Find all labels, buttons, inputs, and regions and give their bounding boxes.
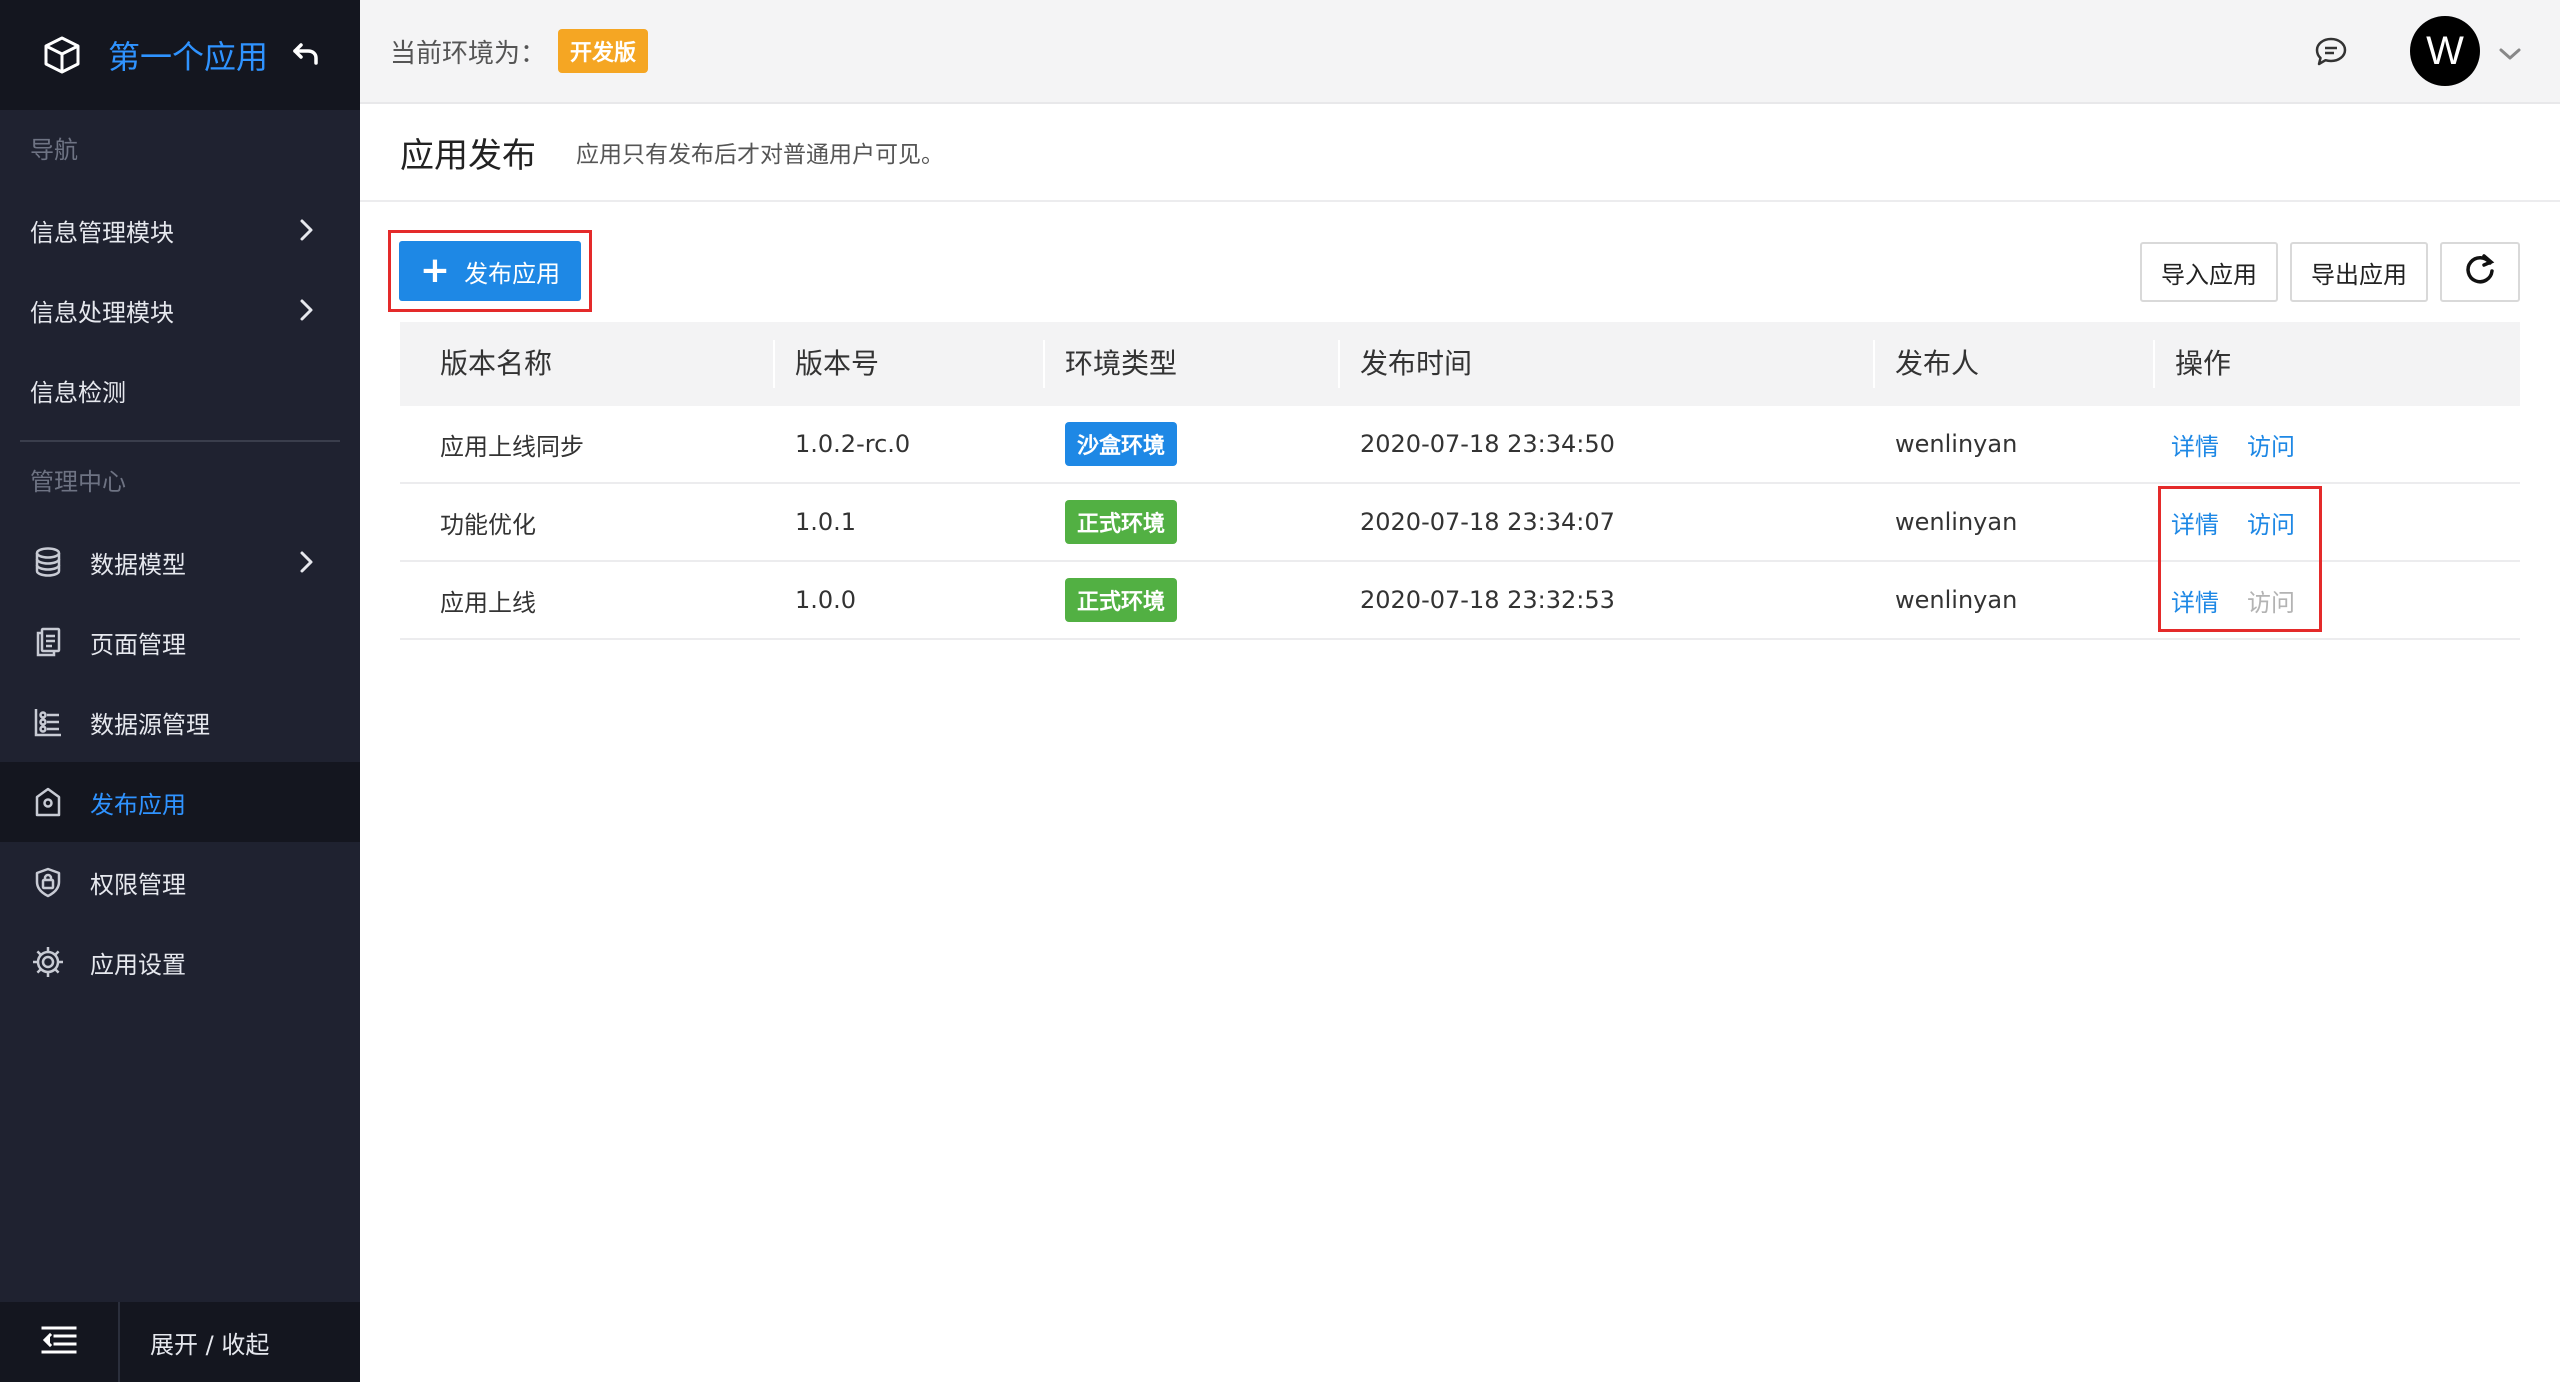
sidebar-item-info-detection[interactable]: 信息检测 — [0, 350, 360, 430]
versions-table: 版本名称 版本号 环境类型 发布时间 发布人 操作 应用上线同步 1.0.2-r… — [400, 322, 2520, 640]
pages-icon — [30, 624, 66, 660]
table-header: 版本名称 版本号 环境类型 发布时间 发布人 操作 — [400, 322, 2520, 406]
sidebar-item-label: 数据模型 — [90, 550, 186, 579]
publish-icon — [30, 784, 66, 820]
export-app-button[interactable]: 导出应用 — [2290, 242, 2428, 302]
shield-lock-icon — [30, 864, 66, 900]
sidebar-item-label: 页面管理 — [90, 630, 186, 659]
visit-link[interactable]: 访问 — [2247, 505, 2295, 540]
cell-publish-time: 2020-07-18 23:34:50 — [1360, 430, 1615, 458]
sidebar-item-label: 权限管理 — [90, 870, 186, 899]
cell-operations: 详情 访问 — [2155, 561, 2520, 639]
publish-app-label: 发布应用 — [464, 259, 561, 288]
header-version-name: 版本名称 — [400, 322, 775, 406]
cube-icon — [40, 33, 84, 77]
plus-icon: + — [419, 250, 451, 291]
cell-publisher: wenlinyan — [1895, 508, 2018, 536]
database-icon — [30, 544, 66, 580]
refresh-button[interactable] — [2440, 242, 2520, 302]
back-arrow-icon[interactable] — [288, 36, 324, 72]
publish-button-highlight: + 发布应用 — [388, 230, 592, 312]
gear-icon — [30, 944, 66, 980]
section-title-nav: 导航 — [30, 136, 78, 164]
cell-operations: 详情 访问 — [2155, 405, 2520, 483]
publish-app-button[interactable]: + 发布应用 — [399, 241, 581, 301]
cell-version-name: 功能优化 — [440, 510, 536, 539]
cell-publish-time: 2020-07-18 23:32:53 — [1360, 586, 1615, 614]
header-operations: 操作 — [2175, 347, 2232, 380]
sidebar-item-label: 信息检测 — [30, 378, 126, 407]
detail-link[interactable]: 详情 — [2171, 505, 2219, 540]
sidebar-item-info-management[interactable]: 信息管理模块 — [0, 190, 360, 270]
visit-link[interactable]: 访问 — [2247, 427, 2295, 462]
cell-publish-time: 2020-07-18 23:34:07 — [1360, 508, 1615, 536]
table-row: 应用上线同步 1.0.2-rc.0 沙盒环境 2020-07-18 23:34:… — [400, 406, 2520, 484]
chevron-down-icon[interactable] — [2496, 42, 2524, 66]
collapse-label[interactable]: 展开 / 收起 — [120, 1325, 269, 1360]
refresh-icon — [2463, 252, 2497, 292]
cell-publisher: wenlinyan — [1895, 586, 2018, 614]
app-title[interactable]: 第一个应用 — [108, 32, 268, 78]
sidebar-item-label: 数据源管理 — [90, 710, 210, 739]
table-row: 功能优化 1.0.1 正式环境 2020-07-18 23:34:07 wenl… — [400, 484, 2520, 562]
sidebar-item-datasource-management[interactable]: 数据源管理 — [0, 682, 360, 762]
env-badge: 开发版 — [558, 29, 649, 73]
header-publish-time: 发布时间 — [1340, 322, 1875, 406]
cell-env-type: 沙盒环境 — [1045, 405, 1340, 483]
collapse-sidebar-button[interactable] — [0, 1302, 120, 1382]
table-row: 应用上线 1.0.0 正式环境 2020-07-18 23:32:53 wenl… — [400, 562, 2520, 640]
import-app-label: 导入应用 — [2161, 260, 2257, 289]
cell-operations: 详情 访问 — [2155, 483, 2520, 561]
page-subtitle: 应用只有发布后才对普通用户可见。 — [576, 142, 944, 168]
sidebar-item-page-management[interactable]: 页面管理 — [0, 602, 360, 682]
chevron-right-icon — [292, 296, 320, 324]
env-tag: 正式环境 — [1065, 578, 1178, 622]
avatar[interactable]: W — [2410, 16, 2480, 86]
sidebar-item-label: 发布应用 — [90, 790, 186, 819]
cell-version-name: 应用上线同步 — [440, 432, 584, 461]
sidebar-item-data-model[interactable]: 数据模型 — [0, 522, 360, 602]
chevron-right-icon — [292, 216, 320, 244]
app-root: 第一个应用 导航 信息管理模块 信息处理模块 信息检测 管理中心 数据模型 页面… — [0, 0, 2560, 1382]
indent-menu-icon — [41, 1325, 77, 1359]
sidebar-item-label: 应用设置 — [90, 950, 186, 979]
cell-publisher: wenlinyan — [1895, 430, 2018, 458]
datasource-icon — [30, 704, 66, 740]
sidebar-item-app-settings[interactable]: 应用设置 — [0, 922, 360, 1002]
visit-link-disabled: 访问 — [2247, 588, 2295, 617]
brand-bar: 第一个应用 — [0, 0, 360, 110]
top-header: 当前环境为： 开发版 W — [360, 0, 2560, 104]
sidebar-item-publish-app[interactable]: 发布应用 — [0, 762, 360, 842]
page-title-bar: 应用发布 应用只有发布后才对普通用户可见。 — [360, 104, 2560, 202]
page-title: 应用发布 — [400, 135, 536, 176]
chevron-right-icon — [292, 548, 320, 576]
header-publisher: 发布人 — [1875, 322, 2155, 406]
env-tag: 正式环境 — [1065, 500, 1178, 544]
import-app-button[interactable]: 导入应用 — [2140, 242, 2278, 302]
detail-link[interactable]: 详情 — [2171, 583, 2219, 618]
section-title-admin: 管理中心 — [30, 468, 126, 496]
cell-env-type: 正式环境 — [1045, 561, 1340, 639]
header-env-type: 环境类型 — [1045, 322, 1340, 406]
cell-version-name: 应用上线 — [440, 588, 536, 617]
sidebar-footer: 展开 / 收起 — [0, 1302, 360, 1382]
sidebar-item-info-processing[interactable]: 信息处理模块 — [0, 270, 360, 350]
message-icon[interactable] — [2312, 34, 2350, 70]
env-label: 当前环境为： — [390, 38, 547, 69]
detail-link[interactable]: 详情 — [2171, 427, 2219, 462]
cell-version-number: 1.0.2-rc.0 — [795, 430, 911, 458]
env-tag: 沙盒环境 — [1065, 422, 1178, 466]
sidebar: 第一个应用 导航 信息管理模块 信息处理模块 信息检测 管理中心 数据模型 页面… — [0, 0, 360, 1382]
cell-env-type: 正式环境 — [1045, 483, 1340, 561]
export-app-label: 导出应用 — [2311, 260, 2407, 289]
cell-version-number: 1.0.0 — [795, 586, 857, 614]
sidebar-item-label: 信息处理模块 — [30, 298, 174, 327]
header-version-number: 版本号 — [775, 322, 1045, 406]
sidebar-item-label: 信息管理模块 — [30, 218, 174, 247]
sidebar-item-permission-management[interactable]: 权限管理 — [0, 842, 360, 922]
cell-version-number: 1.0.1 — [795, 508, 857, 536]
